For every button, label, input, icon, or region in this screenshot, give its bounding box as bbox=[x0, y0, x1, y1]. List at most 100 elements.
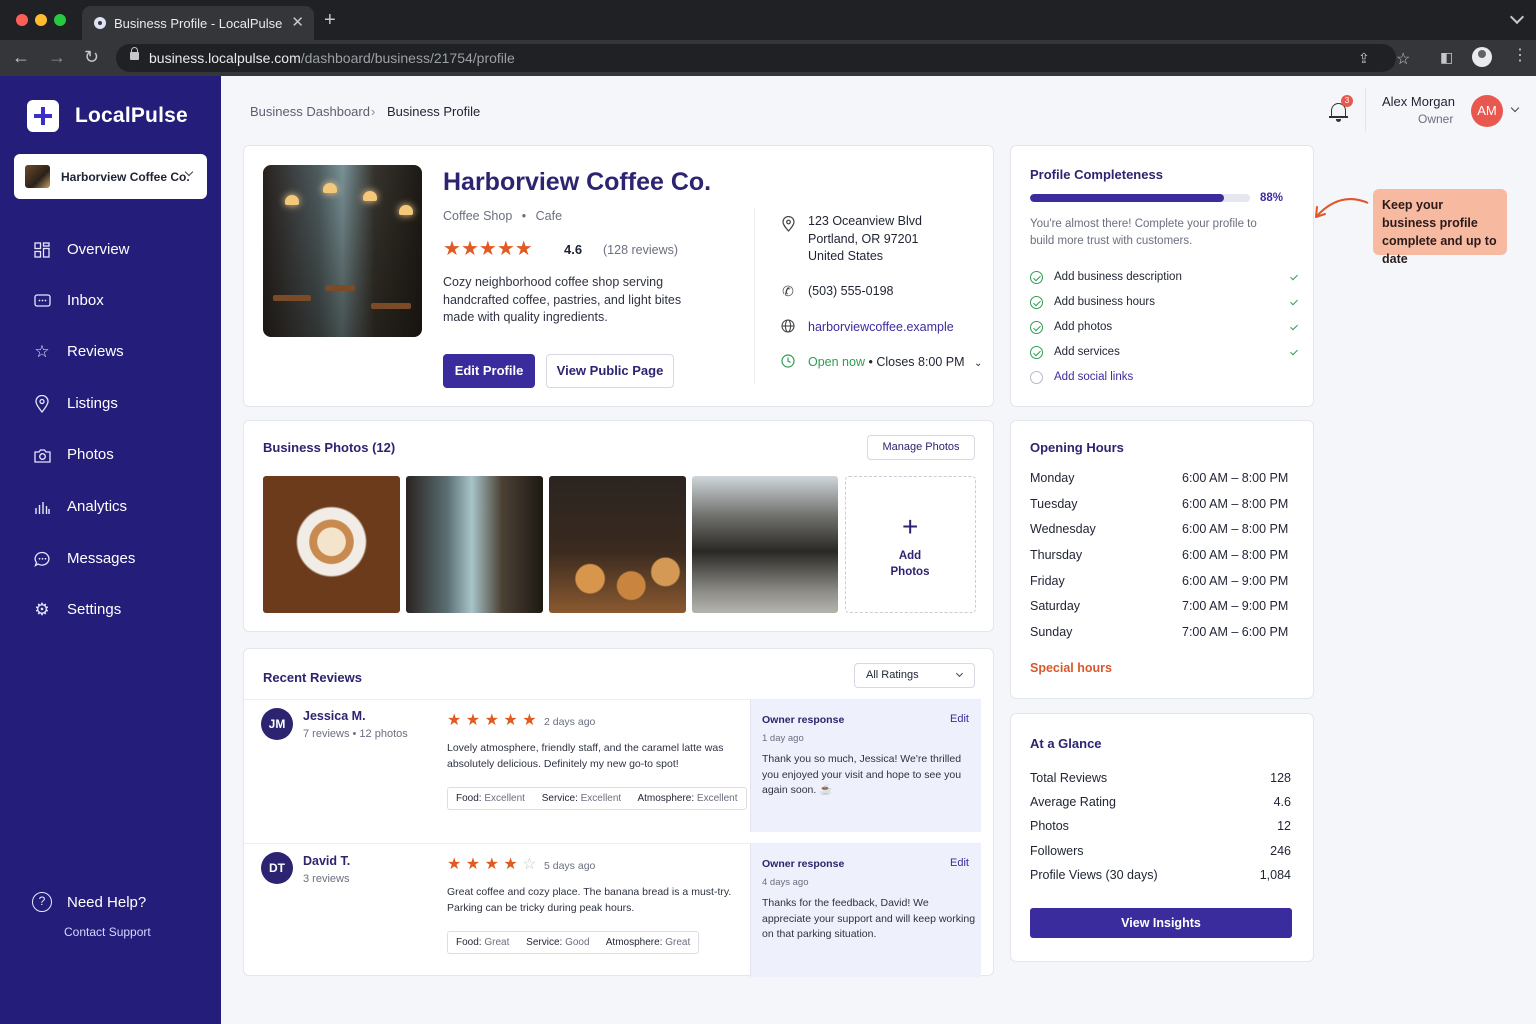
tab-title: Business Profile - LocalPulse bbox=[114, 16, 283, 31]
opening-hours-card: Opening Hours Monday 6:00 AM – 8:00 PM Tu… bbox=[1010, 420, 1314, 699]
hours-time: 6:00 AM – 8:00 PM bbox=[1182, 471, 1289, 485]
progress-fill bbox=[1030, 194, 1224, 202]
app-name: LocalPulse bbox=[75, 104, 188, 127]
add-photos-label-1: Add bbox=[898, 550, 922, 562]
photo-storefront[interactable] bbox=[692, 476, 838, 613]
special-hours-link[interactable]: Special hours bbox=[1030, 661, 1112, 675]
minimize-window-button[interactable] bbox=[35, 14, 47, 26]
star-filled-icon: ★ bbox=[478, 238, 497, 260]
review-count[interactable]: (128 reviews) bbox=[603, 243, 678, 257]
business-switcher[interactable]: Harborview Coffee Co. bbox=[14, 154, 207, 199]
business-thumbnail bbox=[25, 165, 50, 188]
avatar[interactable]: AM bbox=[1471, 95, 1503, 127]
browser-tab[interactable]: Business Profile - LocalPulse ✕ bbox=[82, 6, 314, 40]
sidebar-item-analytics[interactable]: Analytics bbox=[0, 487, 221, 527]
stat-value: 4.6 bbox=[1273, 795, 1291, 809]
business-switcher-label: Harborview Coffee Co. bbox=[61, 170, 190, 184]
completeness-percent: 88% bbox=[1260, 192, 1284, 204]
stat-label: Profile Views (30 days) bbox=[1030, 868, 1158, 882]
photo-pastries[interactable] bbox=[549, 476, 686, 613]
sidebar-item-inbox[interactable]: Inbox bbox=[0, 281, 221, 321]
user-name[interactable]: Alex Morgan bbox=[1382, 94, 1455, 109]
forward-arrow-icon[interactable]: → bbox=[48, 46, 66, 68]
star-filled-icon: ★ bbox=[522, 712, 537, 729]
url-path: /dashboard/business/21754/profile bbox=[300, 50, 515, 66]
open-status[interactable]: Open now • Closes 8:00 PM ⌄ bbox=[808, 354, 982, 373]
stat-label: Average Rating bbox=[1030, 795, 1116, 809]
photo-latte[interactable] bbox=[263, 476, 400, 613]
phone-number[interactable]: (503) 555-0198 bbox=[808, 283, 893, 301]
breadcrumb-dashboard[interactable]: Business Dashboard bbox=[250, 104, 370, 119]
sidebar-item-messages[interactable]: Messages bbox=[0, 539, 221, 579]
review-time: 2 days ago bbox=[544, 716, 596, 728]
sidebar-item-label: Settings bbox=[67, 601, 122, 618]
hours-time: 6:00 AM – 8:00 PM bbox=[1182, 522, 1289, 536]
callout-arrow-icon bbox=[1315, 198, 1369, 218]
globe-icon bbox=[780, 319, 796, 335]
manage-photos-button[interactable]: Manage Photos bbox=[867, 435, 975, 460]
tab-search-chevron-icon[interactable] bbox=[1509, 9, 1525, 25]
browser-profile-icon[interactable] bbox=[1472, 47, 1492, 67]
category-label: Coffee Shop bbox=[443, 209, 513, 223]
ratings-filter-select[interactable]: All Ratings bbox=[854, 663, 975, 688]
bookmark-star-icon[interactable]: ☆ bbox=[1396, 49, 1410, 69]
website-link[interactable]: harborviewcoffee.example bbox=[808, 319, 954, 337]
browser-chrome: Business Profile - LocalPulse ✕ + ← → ↻ … bbox=[0, 0, 1536, 76]
owner-response-title: Owner response bbox=[762, 858, 845, 870]
gear-icon: ⚙ bbox=[34, 600, 50, 619]
view-insights-button[interactable]: View Insights bbox=[1030, 908, 1292, 938]
back-arrow-icon[interactable]: ← bbox=[12, 46, 30, 68]
star-filled-icon: ★ bbox=[465, 712, 481, 729]
review-text: Lovely atmosphere, friendly staff, and t… bbox=[447, 742, 724, 770]
reload-icon[interactable]: ↻ bbox=[84, 46, 99, 68]
share-icon[interactable]: ⇪ bbox=[1358, 50, 1370, 67]
task-add-social-links[interactable]: Add social links bbox=[1054, 371, 1133, 383]
sidebar-item-overview[interactable]: Overview bbox=[0, 230, 221, 270]
card-title: At a Glance bbox=[1030, 736, 1102, 751]
add-photos-button[interactable]: + Add Photos bbox=[845, 476, 976, 613]
profile-completeness-card: Profile Completeness 88% You're almost t… bbox=[1010, 145, 1314, 407]
card-title: Business Photos (12) bbox=[263, 440, 396, 455]
url-text[interactable]: business.localpulse.com/dashboard/busine… bbox=[149, 50, 515, 66]
hours-time: 7:00 AM – 9:00 PM bbox=[1182, 599, 1289, 613]
hours-day: Wednesday bbox=[1030, 522, 1096, 536]
maximize-window-button[interactable] bbox=[54, 14, 66, 26]
review-text: Great coffee and cozy place. The banana … bbox=[447, 886, 732, 914]
recent-reviews-card: Recent Reviews All Ratings JM Jessica M.… bbox=[243, 648, 994, 977]
plus-icon: + bbox=[902, 511, 919, 542]
bar-chart-icon bbox=[32, 497, 52, 517]
hours-day: Monday bbox=[1030, 471, 1075, 485]
reviewer-name[interactable]: Jessica M. bbox=[303, 709, 366, 723]
stat-value: 128 bbox=[1270, 771, 1291, 785]
edit-profile-button[interactable]: Edit Profile bbox=[443, 354, 535, 388]
photo-interior[interactable] bbox=[406, 476, 543, 613]
user-menu-chevron-icon[interactable] bbox=[1510, 103, 1520, 113]
sidebar-item-settings[interactable]: ⚙ Settings bbox=[0, 590, 221, 630]
review-item: DT David T. 3 reviews ★ ★ ★ ★ ☆ 5 days a… bbox=[244, 843, 981, 977]
location-pin-icon bbox=[780, 215, 796, 232]
sidebar-item-photos[interactable]: Photos bbox=[0, 435, 221, 475]
sidebar-item-reviews[interactable]: ☆ Reviews bbox=[0, 332, 221, 372]
check-circle-icon bbox=[1030, 346, 1043, 359]
browser-menu-icon[interactable]: ⋮ bbox=[1512, 48, 1528, 64]
checkmark-icon bbox=[1290, 272, 1298, 281]
address-bar[interactable]: business.localpulse.com/dashboard/busine… bbox=[116, 44, 1396, 72]
view-public-page-button[interactable]: View Public Page bbox=[546, 354, 674, 388]
user-role: Owner bbox=[1418, 112, 1454, 126]
close-tab-icon[interactable]: ✕ bbox=[291, 13, 304, 31]
card-title: Opening Hours bbox=[1030, 440, 1124, 455]
sidebar: LocalPulse Harborview Coffee Co. Overvie… bbox=[0, 76, 221, 1024]
side-panel-icon[interactable]: ◧ bbox=[1440, 49, 1453, 66]
sidebar-item-listings[interactable]: Listings bbox=[0, 384, 221, 424]
sidebar-item-label: Messages bbox=[67, 550, 136, 567]
new-tab-icon[interactable]: + bbox=[324, 10, 336, 30]
tag-label: Food: bbox=[456, 793, 482, 804]
tag-value: Great bbox=[484, 937, 510, 948]
edit-response-link[interactable]: Edit bbox=[950, 857, 969, 869]
contact-support-link[interactable]: Contact Support bbox=[64, 925, 151, 939]
close-window-button[interactable] bbox=[16, 14, 28, 26]
edit-response-link[interactable]: Edit bbox=[950, 713, 969, 725]
reviewer-name[interactable]: David T. bbox=[303, 854, 350, 868]
hours-time: 6:00 AM – 9:00 PM bbox=[1182, 574, 1289, 588]
business-cover-photo bbox=[263, 165, 422, 337]
